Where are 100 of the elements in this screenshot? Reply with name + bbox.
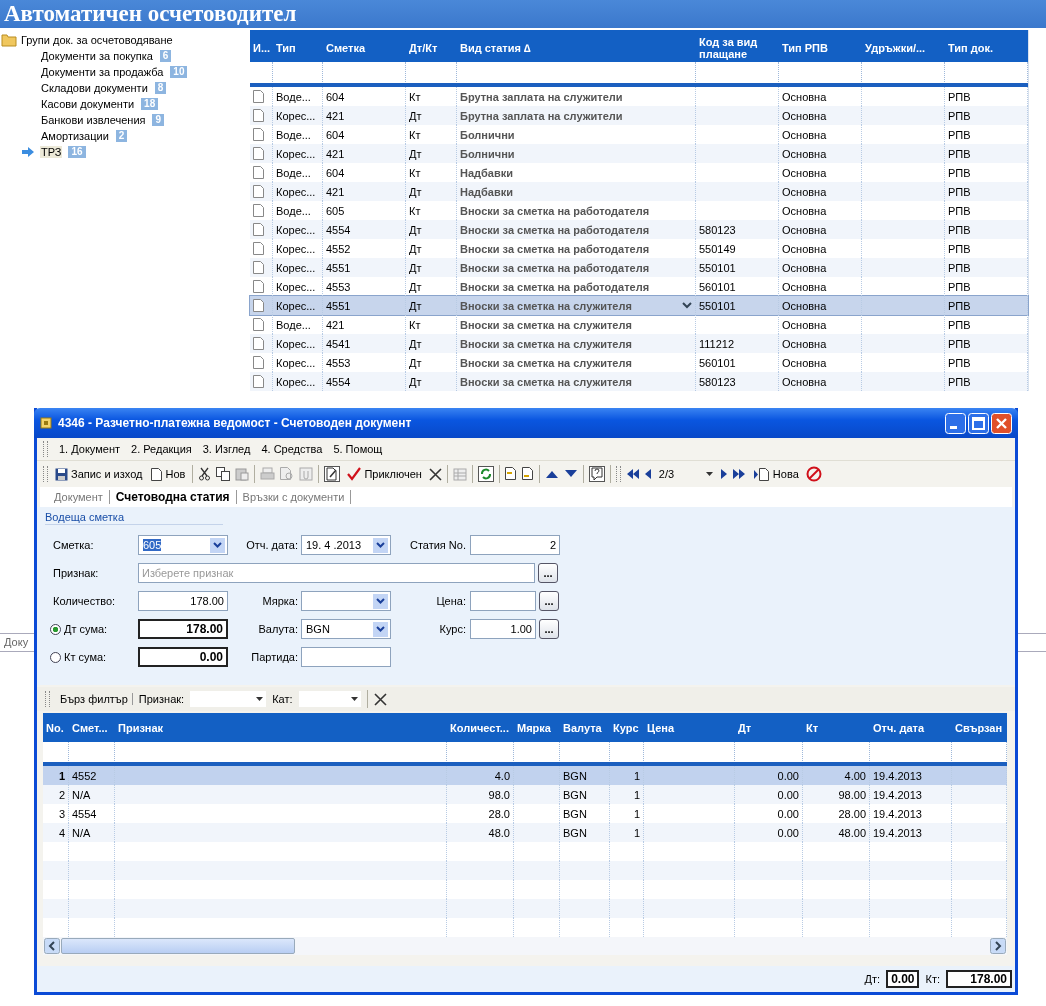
scroll-right-icon[interactable]	[990, 938, 1006, 954]
column-header[interactable]: Тип	[273, 30, 323, 62]
column-header[interactable]: Тип РПВ	[779, 30, 862, 62]
table-row[interactable]: Корес... 4551 Дт Вноски за сметка на служителя 550101 Основна РПВ	[250, 296, 1028, 315]
browse-button[interactable]: ...	[539, 591, 559, 611]
column-header[interactable]: Дт/Кт	[406, 30, 457, 62]
horizontal-scrollbar[interactable]	[43, 937, 1007, 955]
table-row[interactable]: Корес... 4553 Дт Вноски за сметка на работодателя 560101 Основна РПВ	[250, 277, 1028, 296]
maximize-icon[interactable]	[968, 412, 989, 434]
tree-item[interactable]: Складови документи	[40, 82, 149, 94]
column-header[interactable]: Мярка	[514, 713, 560, 742]
help-icon[interactable]	[588, 466, 605, 482]
account-dropdown[interactable]: 605	[138, 535, 228, 555]
tree-item[interactable]: Амортизации	[40, 130, 110, 142]
column-header[interactable]: Цена	[644, 713, 735, 742]
complete-button[interactable]: Приключен	[345, 467, 424, 481]
column-header[interactable]: И...	[250, 30, 273, 62]
menu-item[interactable]: 5. Помощ	[333, 443, 383, 455]
tab[interactable]: Счетоводна статия	[109, 490, 237, 504]
column-header[interactable]: Тип док.	[945, 30, 1028, 62]
column-header[interactable]: Курс	[610, 713, 644, 742]
table-row[interactable]: Корес... 421 Дт Брутна заплата на служители Основна РПВ	[250, 106, 1028, 125]
table-row[interactable]: 4 N/A 48.0 BGN 1 0.00 48.00 19.4.2013	[43, 823, 1007, 842]
refresh-icon[interactable]	[477, 466, 494, 482]
page-dropdown[interactable]: 2/3	[656, 468, 715, 480]
close-icon[interactable]	[991, 412, 1012, 434]
column-header[interactable]: No.	[43, 713, 69, 742]
table-row[interactable]: Воде... 604 Кт Надбавки Основна РПВ	[250, 163, 1028, 182]
tab-label[interactable]: Доку	[4, 636, 29, 648]
tree-item[interactable]: Документи за покупка	[40, 50, 154, 62]
tab[interactable]: Документ	[48, 490, 110, 504]
tree-item[interactable]: Документи за продажба	[40, 66, 165, 78]
table-row[interactable]: 1 4552 4.0 BGN 1 0.00 4.00 19.4.2013	[43, 766, 1007, 785]
debit-amount-field[interactable]: 178.00	[138, 619, 228, 639]
column-header[interactable]: Кт	[803, 713, 870, 742]
edit-icon[interactable]	[324, 466, 341, 482]
stop-icon[interactable]	[805, 466, 822, 482]
copy-icon[interactable]	[216, 467, 231, 481]
document-icon[interactable]	[504, 467, 517, 481]
table-row[interactable]: Корес... 4554 Дт Вноски за сметка на служителя 580123 Основна РПВ	[250, 372, 1028, 391]
quantity-field[interactable]: 178.00	[138, 591, 228, 611]
price-field[interactable]	[470, 591, 536, 611]
browse-button[interactable]: ...	[539, 619, 559, 639]
column-header[interactable]: Количест...	[447, 713, 514, 742]
document-icon[interactable]	[521, 467, 534, 481]
clear-icon[interactable]	[373, 692, 387, 706]
column-header[interactable]: Удръжки/...	[862, 30, 945, 62]
entry-number-field[interactable]: 2	[470, 535, 560, 555]
column-header[interactable]: Дт	[735, 713, 803, 742]
minimize-icon[interactable]	[945, 412, 966, 434]
menu-item[interactable]: 3. Изглед	[202, 443, 251, 455]
column-header[interactable]: Признак	[115, 713, 447, 742]
column-header[interactable]: Свързан	[952, 713, 1007, 742]
next-icon[interactable]	[719, 469, 727, 479]
table-row[interactable]: Корес... 4554 Дт Вноски за сметка на работодателя 580123 Основна РПВ	[250, 220, 1028, 239]
table-row[interactable]: Корес... 421 Дт Надбавки Основна РПВ	[250, 182, 1028, 201]
browse-button[interactable]: ...	[538, 563, 558, 583]
scroll-left-icon[interactable]	[44, 938, 60, 954]
credit-radio[interactable]: Кт сума:	[50, 651, 138, 663]
table-row[interactable]: Воде... 605 Кт Вноски за сметка на работодателя Основна РПВ	[250, 201, 1028, 220]
menu-item[interactable]: 4. Средства	[261, 443, 323, 455]
table-row[interactable]: Воде... 421 Кт Вноски за сметка на служителя Основна РПВ	[250, 315, 1028, 334]
first-icon[interactable]	[625, 469, 640, 479]
delete-icon[interactable]	[428, 467, 442, 481]
table-row[interactable]: Корес... 421 Дт Болнични Основна РПВ	[250, 144, 1028, 163]
table-row[interactable]: Корес... 4551 Дт Вноски за сметка на работодателя 550101 Основна РПВ	[250, 258, 1028, 277]
batch-field[interactable]	[301, 647, 391, 667]
tree-item[interactable]: ТРЗ	[40, 146, 63, 158]
table-row[interactable]: Корес... 4552 Дт Вноски за сметка на работодателя 550149 Основна РПВ	[250, 239, 1028, 258]
table-row[interactable]: Воде... 604 Кт Болнични Основна РПВ	[250, 125, 1028, 144]
tree-item[interactable]: Касови документи	[40, 98, 136, 110]
menu-item[interactable]: 2. Редакция	[131, 443, 192, 455]
menu-item[interactable]: 1. Документ	[59, 443, 121, 455]
up-arrow-icon[interactable]	[544, 469, 559, 479]
debit-radio[interactable]: Дт сума:	[50, 623, 138, 635]
unit-dropdown[interactable]	[301, 591, 391, 611]
currency-dropdown[interactable]: BGN	[301, 619, 391, 639]
column-header[interactable]: Код за вид плащане	[696, 30, 779, 62]
tab[interactable]: Връзки с документи	[236, 490, 352, 504]
last-icon[interactable]	[731, 469, 746, 479]
table-row[interactable]: Воде... 604 Кт Брутна заплата на служители Основна РПВ	[250, 87, 1028, 106]
new-button[interactable]: Нов	[149, 467, 188, 481]
down-arrow-icon[interactable]	[563, 469, 578, 479]
table-row[interactable]: 2 N/A 98.0 BGN 1 0.00 98.00 19.4.2013	[43, 785, 1007, 804]
tree-item[interactable]: Групи док. за осчетоводяване	[21, 34, 173, 46]
table-row[interactable]: Корес... 4553 Дт Вноски за сметка на служителя 560101 Основна РПВ	[250, 353, 1028, 372]
scissors-icon[interactable]	[198, 467, 212, 481]
date-dropdown[interactable]: 19. 4 .2013	[301, 535, 391, 555]
new-document-button[interactable]: Нова	[750, 467, 801, 481]
previous-icon[interactable]	[644, 469, 652, 479]
table-row[interactable]: Корес... 4541 Дт Вноски за сметка на служителя 111212 Основна РПВ	[250, 334, 1028, 353]
column-header[interactable]: Отч. дата	[870, 713, 952, 742]
credit-amount-field[interactable]: 0.00	[138, 647, 228, 667]
column-header[interactable]: Валута	[560, 713, 610, 742]
rate-field[interactable]: 1.00	[470, 619, 536, 639]
dropdown-icon[interactable]	[681, 299, 693, 311]
save-button[interactable]: Запис и изход	[53, 467, 145, 481]
column-header[interactable]: Вид статия ∆	[457, 30, 696, 62]
column-header[interactable]: Сметка	[323, 30, 406, 62]
column-header[interactable]: Смет...	[69, 713, 115, 742]
